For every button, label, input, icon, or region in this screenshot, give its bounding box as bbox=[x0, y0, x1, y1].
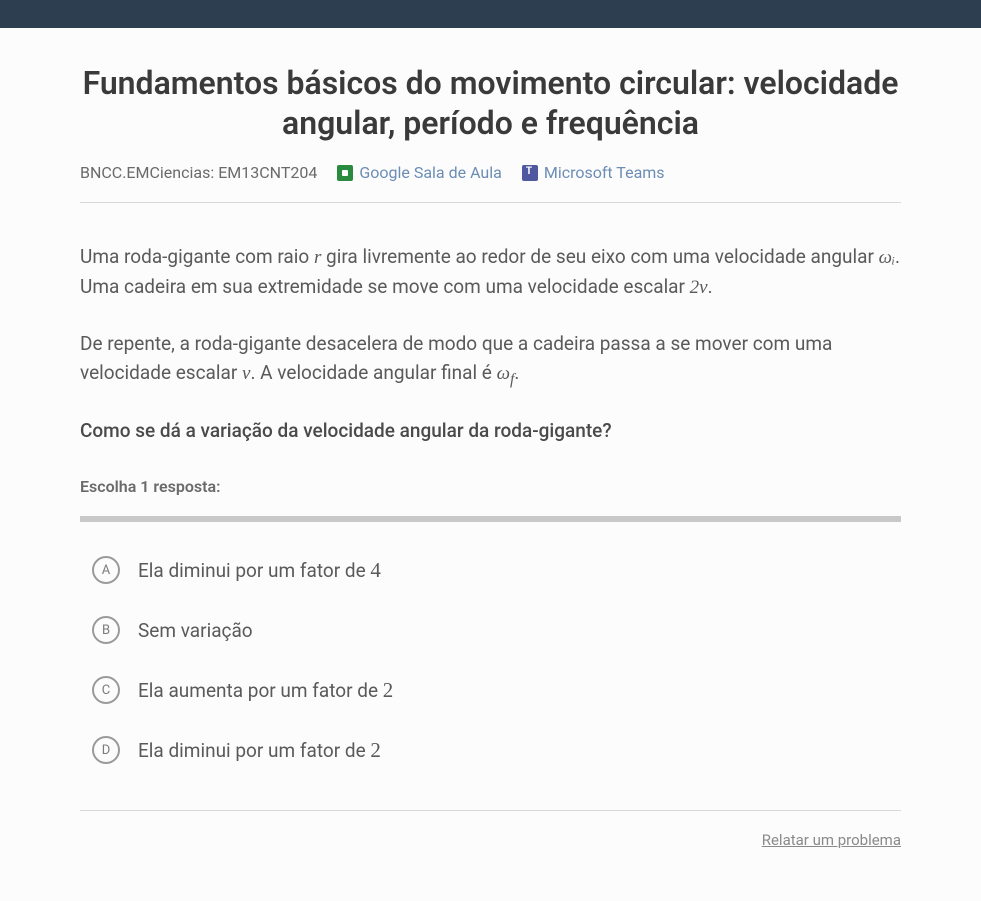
header-divider bbox=[80, 202, 901, 203]
google-classroom-link[interactable]: Google Sala de Aula bbox=[337, 163, 501, 182]
microsoft-teams-link[interactable]: Microsoft Teams bbox=[522, 163, 665, 182]
page-title: Fundamentos básicos do movimento circula… bbox=[80, 63, 901, 143]
question-text: Como se dá a variação da velocidade angu… bbox=[80, 419, 901, 442]
google-classroom-label: Google Sala de Aula bbox=[359, 163, 501, 182]
top-nav-bar bbox=[0, 0, 981, 28]
report-problem-link[interactable]: Relatar um problema bbox=[80, 831, 901, 849]
answer-badge: A bbox=[92, 556, 120, 584]
meta-row: BNCC.EMCiencias: EM13CNT204 Google Sala … bbox=[80, 163, 901, 182]
answer-text: Ela diminui por um fator de 4 bbox=[138, 558, 381, 583]
answer-option-d[interactable]: D Ela diminui por um fator de 2 bbox=[80, 720, 901, 780]
answer-option-a[interactable]: A Ela diminui por um fator de 4 bbox=[80, 540, 901, 600]
answer-text: Sem variação bbox=[138, 618, 253, 643]
answers-list: A Ela diminui por um fator de 4 B Sem va… bbox=[80, 516, 901, 780]
answer-badge: C bbox=[92, 676, 120, 704]
microsoft-teams-label: Microsoft Teams bbox=[544, 163, 665, 182]
problem-paragraph-2: De repente, a roda-gigante desacelera de… bbox=[80, 330, 901, 391]
bncc-code: BNCC.EMCiencias: EM13CNT204 bbox=[80, 163, 317, 182]
answer-text: Ela diminui por um fator de 2 bbox=[138, 738, 381, 763]
answer-text: Ela aumenta por um fator de 2 bbox=[138, 678, 393, 703]
answer-option-c[interactable]: C Ela aumenta por um fator de 2 bbox=[80, 660, 901, 720]
google-classroom-icon bbox=[337, 165, 353, 181]
problem-paragraph-1: Uma roda-gigante com raio r gira livreme… bbox=[80, 243, 901, 302]
main-content: Fundamentos básicos do movimento circula… bbox=[0, 28, 981, 901]
microsoft-teams-icon bbox=[522, 165, 538, 181]
answer-option-b[interactable]: B Sem variação bbox=[80, 600, 901, 660]
choose-one-label: Escolha 1 resposta: bbox=[80, 477, 901, 496]
answer-badge: B bbox=[92, 616, 120, 644]
bottom-divider bbox=[80, 810, 901, 811]
answer-badge: D bbox=[92, 736, 120, 764]
